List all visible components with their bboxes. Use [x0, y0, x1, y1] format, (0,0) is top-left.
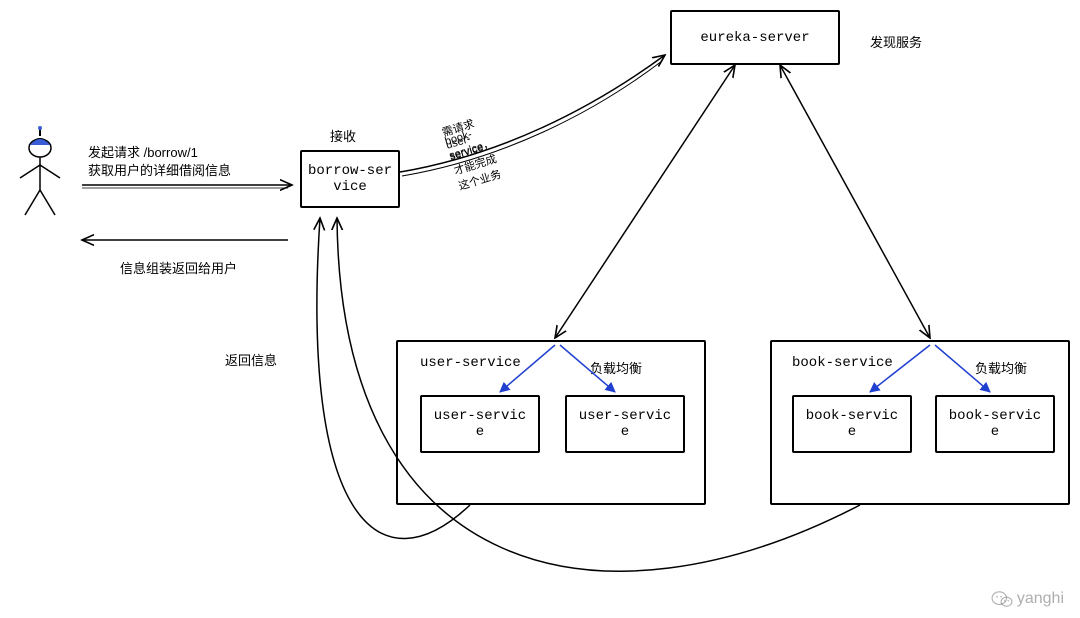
user-service-instance-2: user-servic e: [565, 395, 685, 453]
book-service-instance-2-label: book-servic e: [949, 408, 1041, 440]
book-service-lb-label: 负载均衡: [975, 358, 1027, 377]
request-label-line2: 获取用户的详细借阅信息: [88, 160, 231, 179]
user-service-instance-1: user-servic e: [420, 395, 540, 453]
book-service-instance-2: book-servic e: [935, 395, 1055, 453]
actor-stick-figure: [0, 0, 1080, 618]
watermark: yanghi: [991, 590, 1064, 608]
borrow-service-label: borrow-ser vice: [308, 163, 392, 195]
request-label-line1: 发起请求 /borrow/1: [88, 142, 198, 161]
user-service-group-label: user-service: [420, 355, 521, 371]
eureka-server-node: eureka-server: [670, 10, 840, 65]
wechat-icon: [991, 590, 1013, 608]
book-service-instance-1-label: book-servic e: [806, 408, 898, 440]
book-service-instance-1: book-servic e: [792, 395, 912, 453]
discover-label: 发现服务: [870, 32, 922, 51]
user-service-instance-1-label: user-servic e: [434, 408, 526, 440]
eureka-server-label: eureka-server: [700, 30, 809, 46]
book-service-group-label: book-service: [792, 355, 893, 371]
return-info-label: 返回信息: [225, 350, 277, 369]
borrow-service-node: borrow-ser vice: [300, 150, 400, 208]
user-service-lb-label: 负载均衡: [590, 358, 642, 377]
watermark-text: yanghi: [1017, 590, 1064, 608]
connectors: [0, 0, 1080, 618]
need-services-line2: book-service，才能完成这个业务: [444, 123, 505, 194]
response-label: 信息组装返回给用户: [120, 258, 237, 277]
user-service-instance-2-label: user-servic e: [579, 408, 671, 440]
receive-label: 接收: [330, 126, 356, 145]
